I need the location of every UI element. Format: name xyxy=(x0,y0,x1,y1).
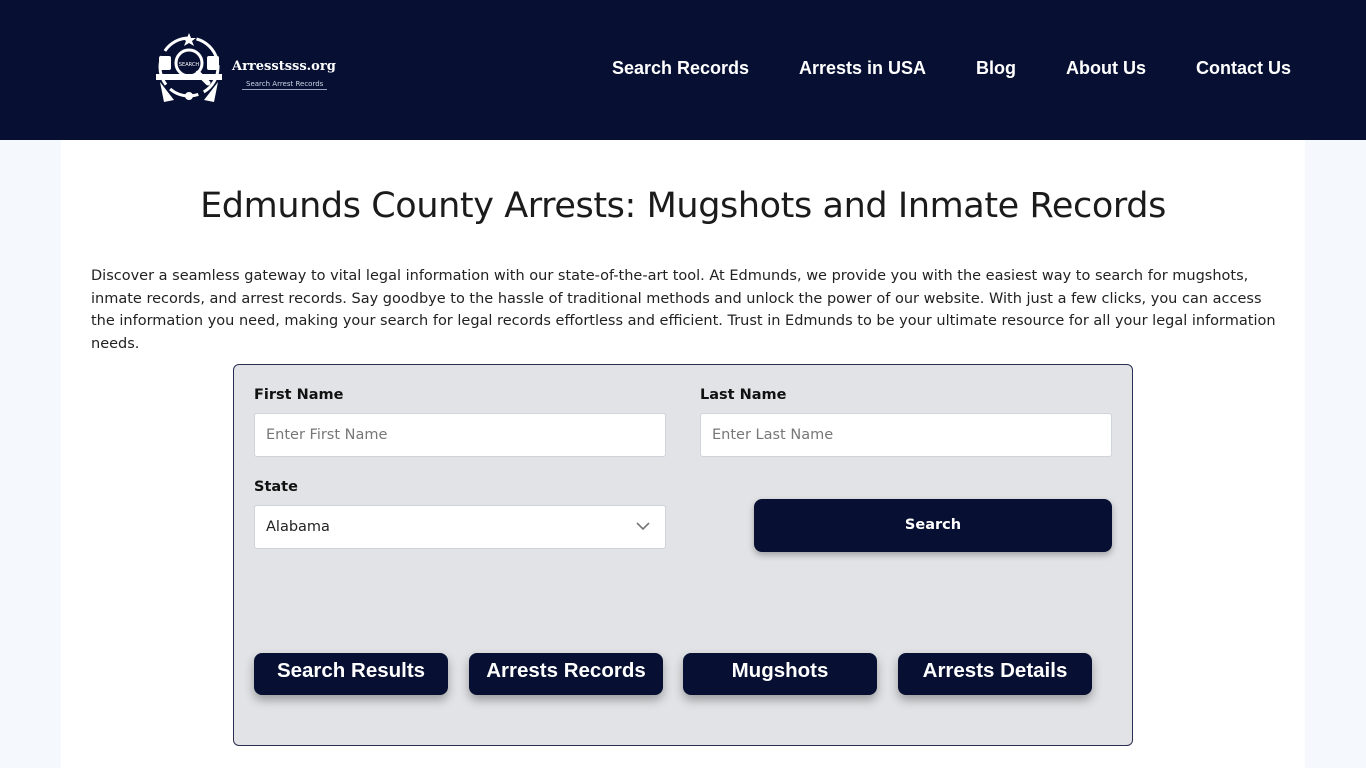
last-name-label: Last Name xyxy=(700,387,787,403)
chevron-down-icon xyxy=(636,522,650,531)
nav-contact-us[interactable]: Contact Us xyxy=(1196,58,1291,79)
state-select[interactable]: Alabama xyxy=(254,505,666,549)
site-header: SEARCH Arresstsss.org Search Arrest Reco… xyxy=(0,0,1366,140)
state-label: State xyxy=(254,479,298,495)
logo-badge-text: SEARCH xyxy=(179,62,199,68)
nav-about-us[interactable]: About Us xyxy=(1066,58,1146,79)
arrests-details-button[interactable]: Arrests Details xyxy=(898,653,1092,695)
search-button[interactable]: Search xyxy=(754,499,1112,552)
site-logo[interactable]: SEARCH Arresstsss.org Search Arrest Reco… xyxy=(150,30,350,110)
nav-blog[interactable]: Blog xyxy=(976,58,1016,79)
first-name-label: First Name xyxy=(254,387,344,403)
nav-search-records[interactable]: Search Records xyxy=(612,58,749,79)
page-title: Edmunds County Arrests: Mugshots and Inm… xyxy=(200,186,1166,226)
logo-emblem-icon: SEARCH xyxy=(156,33,222,102)
logo-title: Arresstsss.org xyxy=(232,59,336,74)
mugshots-button[interactable]: Mugshots xyxy=(683,653,877,695)
first-name-input[interactable] xyxy=(254,413,666,457)
logo-subtitle: Search Arrest Records xyxy=(242,80,328,90)
last-name-input[interactable] xyxy=(700,413,1112,457)
search-results-button[interactable]: Search Results xyxy=(254,653,448,695)
state-select-value: Alabama xyxy=(266,519,330,535)
arrests-records-button[interactable]: Arrests Records xyxy=(469,653,663,695)
nav-arrests-in-usa[interactable]: Arrests in USA xyxy=(799,58,926,79)
intro-paragraph: Discover a seamless gateway to vital leg… xyxy=(91,268,1276,352)
